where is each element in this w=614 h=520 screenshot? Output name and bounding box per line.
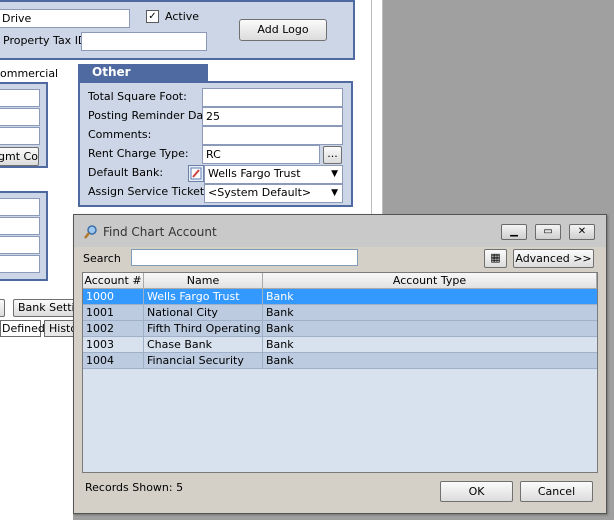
rent-charge-label: Rent Charge Type: — [88, 147, 189, 160]
comments-field[interactable] — [202, 126, 343, 145]
chevron-down-icon: ▼ — [331, 169, 338, 179]
account-name-cell: Financial Security — [144, 353, 263, 369]
scroll-strip — [371, 0, 383, 215]
partial-button[interactable] — [0, 299, 5, 317]
active-checkbox[interactable]: ✓ — [146, 10, 159, 23]
column-header-name[interactable]: Name — [144, 273, 263, 289]
secondary-panel-visible — [0, 191, 48, 281]
property-details-panel: Drive ✓ Active Property Tax ID: Add Logo — [0, 0, 355, 60]
other-information-panel: Total Square Foot: Posting Reminder Day:… — [78, 81, 353, 207]
column-header-account-type[interactable]: Account Type — [263, 273, 597, 289]
commercial-panel: gmt Co. — [0, 82, 48, 168]
table-row[interactable]: 1003 Chase Bank Bank — [83, 337, 597, 353]
address-field[interactable]: Drive — [0, 9, 130, 28]
maximize-button[interactable]: ▭ — [535, 224, 561, 240]
default-bank-label: Default Bank: — [88, 166, 164, 179]
add-logo-button[interactable]: Add Logo — [239, 19, 327, 41]
column-header-account[interactable]: Account # — [83, 273, 144, 289]
other-information-header: Other Information — [78, 64, 208, 96]
rent-charge-field[interactable]: RC — [202, 145, 320, 164]
rent-charge-browse-button[interactable]: ... — [323, 146, 342, 164]
dialog-titlebar[interactable]: Find Chart Account ▁ ▭ ✕ — [74, 215, 606, 247]
tab-history[interactable]: Histo — [44, 320, 74, 337]
account-type-cell: Bank — [266, 306, 294, 319]
table-row[interactable]: 1001 National City Bank — [83, 305, 597, 321]
account-number-cell: 1000 — [83, 289, 144, 305]
tab-defined[interactable]: Defined — [0, 320, 45, 337]
dialog-title: Find Chart Account — [103, 225, 217, 239]
commercial-label: ommercial — [0, 67, 59, 80]
active-label: Active — [165, 10, 200, 23]
commercial-field-2[interactable] — [0, 108, 40, 126]
account-number-cell: 1002 — [83, 321, 144, 337]
account-type-cell: Bank — [266, 290, 294, 303]
account-type-cell: Bank — [266, 322, 294, 335]
chevron-down-icon: ▼ — [331, 188, 338, 198]
account-number-cell: 1004 — [83, 353, 144, 369]
assign-service-tickets-label: Assign Service Tickets: — [88, 185, 214, 198]
assign-service-tickets-select[interactable]: <System Default> ▼ — [204, 184, 343, 203]
account-number-cell: 1001 — [83, 305, 144, 321]
advanced-button[interactable]: Advanced >> — [513, 249, 594, 268]
records-shown-label: Records Shown: 5 — [85, 481, 184, 494]
close-icon: ✕ — [577, 226, 587, 237]
cancel-button[interactable]: Cancel — [520, 481, 593, 502]
account-number-cell: 1003 — [83, 337, 144, 353]
minimize-button[interactable]: ▁ — [501, 224, 527, 240]
close-button[interactable]: ✕ — [569, 224, 595, 240]
commercial-field-1[interactable] — [0, 89, 40, 107]
table-row[interactable]: 1004 Financial Security Bank — [83, 353, 597, 369]
search-label: Search — [83, 252, 121, 265]
mgmt-co-button[interactable]: gmt Co. — [0, 147, 39, 166]
table-row[interactable]: 1002 Fifth Third Operating Bank — [83, 321, 597, 337]
secondary-field-3[interactable] — [0, 236, 40, 254]
column-chooser-button[interactable]: ▦ — [484, 249, 507, 268]
posting-reminder-label: Posting Reminder Day: — [88, 109, 213, 122]
search-input[interactable] — [131, 249, 358, 266]
search-icon — [83, 224, 99, 240]
assign-service-tickets-value: <System Default> — [208, 186, 312, 199]
maximize-icon: ▭ — [543, 226, 553, 237]
default-bank-value: Wells Fargo Trust — [208, 167, 301, 180]
ok-button[interactable]: OK — [440, 481, 513, 502]
accounts-grid: Account # Name Account Type 1000 Wells F… — [82, 272, 598, 473]
secondary-field-2[interactable] — [0, 217, 40, 235]
comments-label: Comments: — [88, 128, 152, 141]
account-name-cell: Fifth Third Operating — [144, 321, 263, 337]
secondary-field-4[interactable] — [0, 255, 40, 273]
find-chart-account-dialog: Find Chart Account ▁ ▭ ✕ Search ▦ Advanc… — [73, 214, 607, 514]
account-name-cell: Chase Bank — [144, 337, 263, 353]
property-tax-label: Property Tax ID: — [3, 34, 91, 47]
minimize-icon: ▁ — [510, 226, 518, 237]
commercial-field-3[interactable] — [0, 127, 40, 145]
account-name-cell: National City — [144, 305, 263, 321]
property-form: Drive ✓ Active Property Tax ID: Add Logo… — [0, 0, 383, 281]
account-name-cell: Wells Fargo Trust — [144, 289, 263, 305]
account-type-cell: Bank — [266, 338, 294, 351]
total-square-foot-field[interactable] — [202, 88, 343, 107]
columns-icon: ▦ — [490, 251, 501, 264]
total-square-foot-label: Total Square Foot: — [88, 90, 187, 103]
chart-lookup-icon[interactable] — [188, 165, 204, 182]
bank-settings-button[interactable]: Bank Settin — [13, 299, 77, 317]
property-tax-field[interactable] — [81, 32, 207, 51]
default-bank-select[interactable]: Wells Fargo Trust ▼ — [204, 165, 343, 184]
secondary-field-1[interactable] — [0, 198, 40, 216]
table-row[interactable]: 1000 Wells Fargo Trust Bank — [83, 289, 597, 305]
posting-reminder-field[interactable]: 25 — [202, 107, 343, 126]
account-type-cell: Bank — [266, 354, 294, 367]
